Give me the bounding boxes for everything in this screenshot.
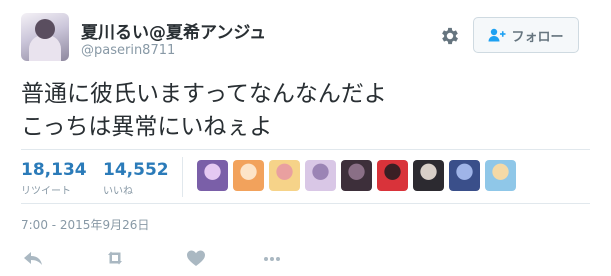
liker-avatar[interactable] bbox=[341, 160, 372, 191]
liker-avatar[interactable] bbox=[377, 160, 408, 191]
reply-icon[interactable] bbox=[21, 246, 45, 270]
like-label: いいね bbox=[103, 186, 133, 197]
tweet-text-line: 普通に彼氏いますってなんなんだよ bbox=[21, 81, 387, 107]
tweet-timestamp[interactable]: 7:00 - 2015年9月26日 bbox=[21, 216, 149, 233]
liker-avatar[interactable] bbox=[269, 160, 300, 191]
person-plus-icon bbox=[488, 28, 506, 42]
gear-icon[interactable] bbox=[439, 25, 461, 47]
tweet-text-line: こっちは異常にいねぇよ bbox=[21, 114, 273, 140]
tweet-text: 普通に彼氏いますってなんなんだよ こっちは異常にいねぇよ bbox=[21, 78, 591, 144]
liker-avatar[interactable] bbox=[305, 160, 336, 191]
liker-avatar[interactable] bbox=[413, 160, 444, 191]
like-stat[interactable]: 14,552 いいね bbox=[103, 160, 169, 197]
avatar[interactable] bbox=[21, 13, 69, 61]
liker-avatar[interactable] bbox=[485, 160, 516, 191]
like-count: 14,552 bbox=[103, 160, 169, 180]
liker-avatars bbox=[197, 160, 516, 192]
divider bbox=[21, 149, 590, 150]
follow-button[interactable]: フォロー bbox=[473, 17, 579, 53]
liker-avatar[interactable] bbox=[449, 160, 480, 191]
liker-avatar[interactable] bbox=[197, 160, 228, 191]
retweet-label: リツイート bbox=[21, 186, 71, 197]
divider bbox=[21, 203, 590, 204]
retweet-count: 18,134 bbox=[21, 160, 87, 180]
avatar-figure-head bbox=[35, 19, 55, 39]
stats-divider bbox=[182, 157, 183, 197]
retweet-stat[interactable]: 18,134 リツイート bbox=[21, 160, 87, 197]
like-heart-icon[interactable] bbox=[184, 246, 208, 270]
follow-button-label: フォロー bbox=[511, 29, 564, 45]
more-dots-icon[interactable] bbox=[260, 246, 284, 270]
screen-name[interactable]: @paserin8711 bbox=[81, 43, 175, 58]
tweet-card: 夏川るい@夏希アンジュ @paserin8711 フォロー 普通に彼氏いますって… bbox=[0, 0, 611, 276]
retweet-icon[interactable] bbox=[103, 246, 127, 270]
display-name[interactable]: 夏川るい@夏希アンジュ bbox=[81, 18, 266, 43]
liker-avatar[interactable] bbox=[233, 160, 264, 191]
